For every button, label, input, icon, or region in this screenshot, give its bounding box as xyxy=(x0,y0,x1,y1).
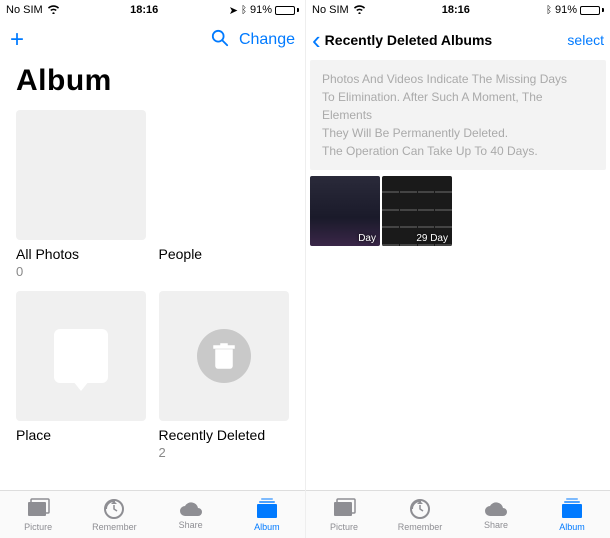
battery-icon xyxy=(580,6,604,15)
wifi-icon xyxy=(353,4,366,17)
deleted-thumbnails: Day 29 Day xyxy=(306,176,610,246)
album-label: All Photos xyxy=(16,246,147,262)
days-remaining: Day xyxy=(358,233,376,244)
deleted-photo-thumb[interactable]: 29 Day xyxy=(382,176,452,246)
tab-photos[interactable]: Picture xyxy=(0,491,76,538)
days-remaining: 29 Day xyxy=(416,233,448,244)
deleted-photo-thumb[interactable]: Day xyxy=(310,176,380,246)
select-button[interactable]: select xyxy=(567,32,604,48)
bluetooth-icon: ᛒ xyxy=(241,5,247,16)
album-label: Recently Deleted xyxy=(159,427,290,443)
album-label: People xyxy=(159,246,290,262)
chevron-left-icon: ‹ xyxy=(312,25,321,56)
tab-label: Share xyxy=(484,520,508,530)
tab-label: Remember xyxy=(398,522,443,532)
banner-line: They Will Be Permanently Deleted. xyxy=(322,124,594,142)
tab-albums[interactable]: Album xyxy=(534,491,610,538)
album-count: 2 xyxy=(159,445,290,460)
tab-label: Share xyxy=(179,520,203,530)
tab-bar: Picture Remember Share Album xyxy=(0,490,305,538)
album-recently-deleted[interactable]: Recently Deleted 2 xyxy=(159,291,290,460)
album-all-photos[interactable]: All Photos 0 xyxy=(16,110,147,279)
map-pin-icon xyxy=(54,329,108,383)
carrier-label: No SIM xyxy=(312,4,349,16)
status-time: 18:16 xyxy=(442,4,470,16)
info-banner: Photos And Videos Indicate The Missing D… xyxy=(310,60,606,170)
status-bar: No SIM 18:16 ᛒ 91% xyxy=(306,0,610,20)
tab-memories[interactable]: Remember xyxy=(382,491,458,538)
nav-title: Recently Deleted Albums xyxy=(325,32,493,48)
battery-icon xyxy=(275,6,299,15)
tab-shared[interactable]: Share xyxy=(458,491,534,538)
trash-icon xyxy=(197,329,251,383)
tab-bar: Picture Remember Share Album xyxy=(306,490,610,538)
album-count: 0 xyxy=(16,264,147,279)
banner-line: Photos And Videos Indicate The Missing D… xyxy=(322,70,594,88)
search-button[interactable] xyxy=(211,29,229,52)
edit-button[interactable]: Change xyxy=(239,31,295,49)
phone-left: No SIM 18:16 ➤ ᛒ 91% + Change Album xyxy=(0,0,305,538)
add-album-button[interactable]: + xyxy=(10,26,24,54)
tab-photos[interactable]: Picture xyxy=(306,491,382,538)
tab-label: Picture xyxy=(330,522,358,532)
location-icon: ➤ xyxy=(229,4,238,17)
tab-label: Album xyxy=(559,522,585,532)
status-bar: No SIM 18:16 ➤ ᛒ 91% xyxy=(0,0,305,20)
battery-pct: 91% xyxy=(250,4,272,16)
tab-label: Remember xyxy=(92,522,137,532)
tab-albums[interactable]: Album xyxy=(229,491,305,538)
carrier-label: No SIM xyxy=(6,4,43,16)
album-places[interactable]: Place xyxy=(16,291,147,460)
album-label: Place xyxy=(16,427,147,443)
banner-line: To Elimination. After Such A Moment, The… xyxy=(322,88,594,124)
tab-shared[interactable]: Share xyxy=(153,491,229,538)
phone-right: No SIM 18:16 ᛒ 91% ‹ Recently Deleted Al… xyxy=(305,0,610,538)
bluetooth-icon: ᛒ xyxy=(546,5,552,16)
nav-bar: + Change xyxy=(0,20,305,60)
status-time: 18:16 xyxy=(130,4,158,16)
wifi-icon xyxy=(47,4,60,17)
tab-label: Picture xyxy=(24,522,52,532)
banner-line: The Operation Can Take Up To 40 Days. xyxy=(322,142,594,160)
page-title: Album xyxy=(16,64,289,98)
album-people[interactable]: People xyxy=(159,110,290,279)
nav-bar: ‹ Recently Deleted Albums select xyxy=(306,20,610,60)
tab-label: Album xyxy=(254,522,280,532)
battery-pct: 91% xyxy=(555,4,577,16)
tab-memories[interactable]: Remember xyxy=(76,491,152,538)
back-button[interactable]: ‹ Recently Deleted Albums xyxy=(312,25,492,56)
